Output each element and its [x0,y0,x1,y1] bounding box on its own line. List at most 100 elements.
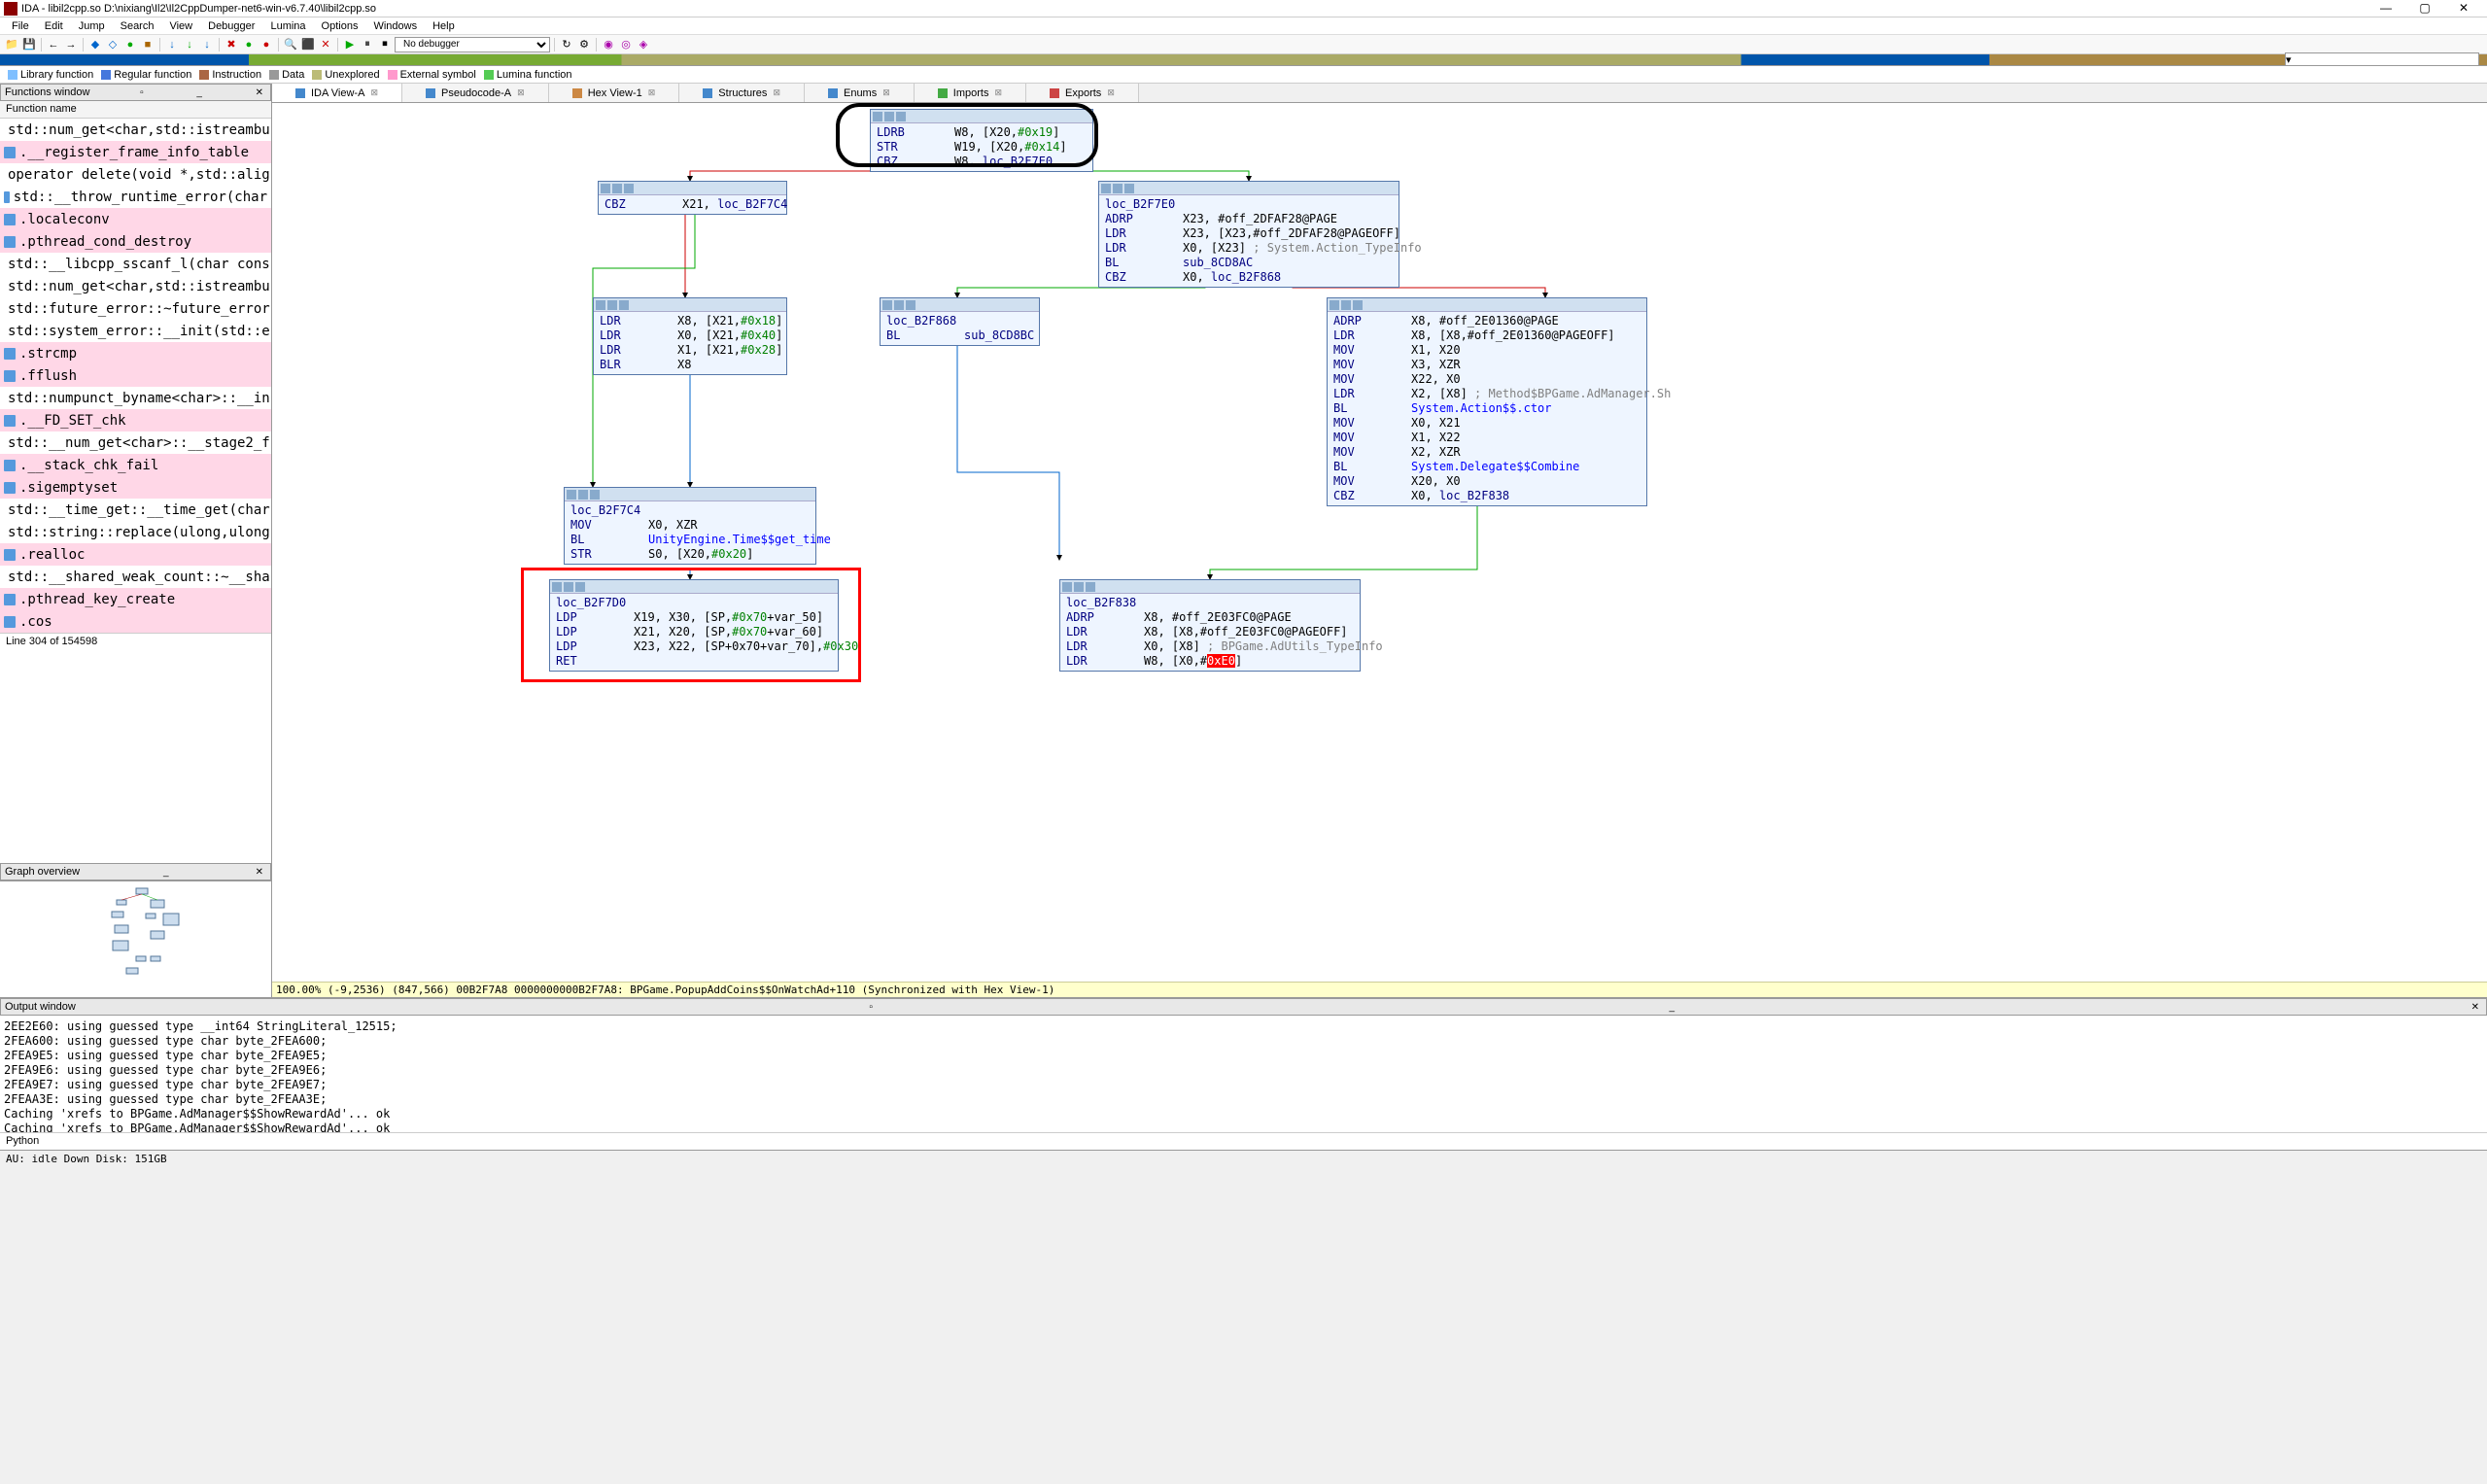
arrow-down-icon[interactable]: ↓ [199,37,215,52]
functions-column-header[interactable]: Function name [0,101,271,119]
graph-node[interactable]: loc_B2F7D0 LDPX19, X30, [SP,#0x70+var_50… [549,579,839,672]
function-row[interactable]: .__register_frame_info_table [0,141,271,163]
open-icon[interactable]: 📁 [4,37,19,52]
tab-hex-view-1[interactable]: Hex View-1⊠ [549,84,680,102]
tab-close-icon[interactable]: ⊠ [1107,87,1115,98]
functions-list[interactable]: Function name std::num_get<char,std::ist… [0,101,271,863]
tool-icon[interactable]: ■ [140,37,155,52]
arrow-down-icon[interactable]: ↓ [164,37,180,52]
graph-node[interactable]: loc_B2F868 BLsub_8CD8BC [880,297,1040,346]
function-row[interactable]: operator delete(void *,std::alig [0,163,271,186]
function-row[interactable]: std::__libcpp_sscanf_l(char cons [0,253,271,275]
function-row[interactable]: std::__throw_runtime_error(char [0,186,271,208]
panel-restore-icon[interactable]: ▫ [866,1002,876,1013]
menu-help[interactable]: Help [425,20,463,32]
tab-imports[interactable]: Imports⊠ [915,84,1026,102]
stop-icon[interactable]: ⬛ [300,37,316,52]
panel-restore-icon[interactable]: ▫ [137,87,147,98]
panel-close-icon[interactable]: ✕ [2469,1002,2482,1013]
function-row[interactable]: .pthread_cond_destroy [0,230,271,253]
function-row[interactable]: std::num_get<char,std::istreambu [0,275,271,297]
graph-view[interactable]: LDRBW8, [X20,#0x19] STRW19, [X20,#0x14] … [272,103,2487,997]
tab-close-icon[interactable]: ⊠ [648,87,656,98]
panel-min-icon[interactable]: _ [1666,1002,1677,1013]
tab-pseudocode-a[interactable]: Pseudocode-A⊠ [402,84,549,102]
menu-file[interactable]: File [4,20,37,32]
tool-icon[interactable]: ◇ [105,37,121,52]
tab-close-icon[interactable]: ⊠ [773,87,780,98]
python-prompt[interactable]: Python [0,1132,2487,1150]
minimize-button[interactable]: — [2366,1,2405,17]
function-row[interactable]: .__FD_SET_chk [0,409,271,431]
graph-node[interactable]: LDRBW8, [X20,#0x19] STRW19, [X20,#0x14] … [870,109,1093,172]
output-body[interactable]: 2EE2E60: using guessed type __int64 Stri… [0,1016,2487,1132]
function-row[interactable]: .__stack_chk_fail [0,454,271,476]
play-icon[interactable]: ▶ [342,37,358,52]
graph-overview[interactable] [0,880,271,997]
function-row[interactable]: .sigemptyset [0,476,271,499]
function-row[interactable]: std::__shared_weak_count::~__sha [0,566,271,588]
tab-exports[interactable]: Exports⊠ [1026,84,1139,102]
tab-close-icon[interactable]: ⊠ [517,87,525,98]
tool-icon[interactable]: ◎ [618,37,634,52]
function-row[interactable]: std::num_get<char,std::istreambu [0,119,271,141]
menu-windows[interactable]: Windows [365,20,425,32]
graph-node[interactable]: loc_B2F7C4 MOVX0, XZR BLUnityEngine.Time… [564,487,816,565]
close-button[interactable]: ✕ [2444,1,2483,17]
panel-min-icon[interactable]: _ [193,87,205,98]
maximize-button[interactable]: ▢ [2405,1,2444,17]
function-row[interactable]: .localeconv [0,208,271,230]
tool-icon[interactable]: ◈ [636,37,651,52]
cross-icon[interactable]: ✖ [224,37,239,52]
menu-edit[interactable]: Edit [37,20,71,32]
menu-lumina[interactable]: Lumina [262,20,313,32]
nav-dropdown[interactable]: ▾ [2285,52,2479,66]
tab-ida-view-a[interactable]: IDA View-A⊠ [272,84,402,102]
function-row[interactable]: .realloc [0,543,271,566]
zoom-icon[interactable]: 🔍 [283,37,298,52]
panel-min-icon[interactable]: _ [160,867,172,878]
debugger-select[interactable]: No debugger [395,37,550,52]
tab-enums[interactable]: Enums⊠ [805,84,915,102]
pause-icon[interactable]: ⏸ [360,37,375,52]
function-row[interactable]: std::__num_get<char>::__stage2_f [0,431,271,454]
panel-close-icon[interactable]: ✕ [253,87,266,98]
tab-close-icon[interactable]: ⊠ [882,87,890,98]
graph-node[interactable]: ADRPX8, #off_2E01360@PAGE LDRX8, [X8,#of… [1327,297,1647,506]
function-row[interactable]: .cos [0,610,271,633]
function-row[interactable]: std::numpunct_byname<char>::__in [0,387,271,409]
graph-node[interactable]: CBZX21, loc_B2F7C4 [598,181,787,215]
back-icon[interactable]: ← [46,37,61,52]
tab-structures[interactable]: Structures⊠ [679,84,805,102]
function-row[interactable]: std::system_error::__init(std::e [0,320,271,342]
forward-icon[interactable]: → [63,37,79,52]
refresh-icon[interactable]: ↻ [559,37,574,52]
panel-close-icon[interactable]: ✕ [253,867,266,878]
tab-close-icon[interactable]: ⊠ [370,87,378,98]
graph-node[interactable]: LDRX8, [X21,#0x18] LDRX0, [X21,#0x40] LD… [593,297,787,375]
function-row[interactable]: std::string::replace(ulong,ulong [0,521,271,543]
function-row[interactable]: std::__time_get::__time_get(char [0,499,271,521]
tool-icon[interactable]: ● [122,37,138,52]
tab-close-icon[interactable]: ⊠ [994,87,1002,98]
menu-search[interactable]: Search [113,20,162,32]
arrow-down-icon[interactable]: ↓ [182,37,197,52]
function-row[interactable]: std::future_error::~future_error [0,297,271,320]
stop2-icon[interactable]: ⏹ [377,37,393,52]
tool-icon[interactable]: ◆ [87,37,103,52]
circle-red-icon[interactable]: ● [259,37,274,52]
graph-node[interactable]: loc_B2F838 ADRPX8, #off_2E03FC0@PAGE LDR… [1059,579,1361,672]
navigation-band[interactable]: ▾ [0,54,2487,66]
tool-icon[interactable]: ◉ [601,37,616,52]
circle-green-icon[interactable]: ● [241,37,257,52]
save-icon[interactable]: 💾 [21,37,37,52]
tool-icon[interactable]: ⚙ [576,37,592,52]
function-row[interactable]: .strcmp [0,342,271,364]
graph-node[interactable]: loc_B2F7E0 ADRPX23, #off_2DFAF28@PAGE LD… [1098,181,1399,288]
function-row[interactable]: .pthread_key_create [0,588,271,610]
function-row[interactable]: .fflush [0,364,271,387]
delete-icon[interactable]: ✕ [318,37,333,52]
menu-debugger[interactable]: Debugger [200,20,262,32]
menu-options[interactable]: Options [314,20,366,32]
menu-jump[interactable]: Jump [71,20,113,32]
